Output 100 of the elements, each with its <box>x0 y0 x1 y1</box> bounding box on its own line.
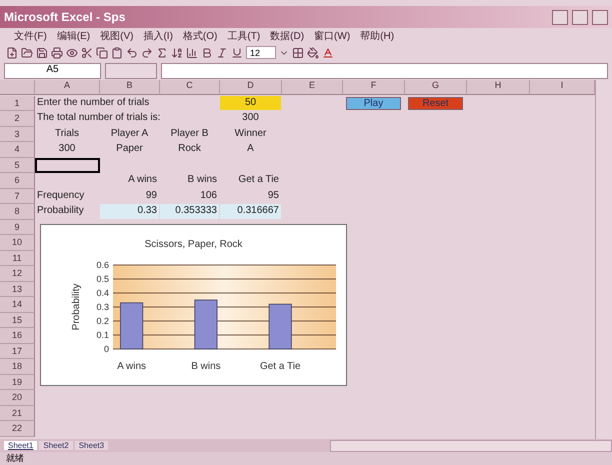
column-header[interactable]: B <box>100 80 160 95</box>
row-header[interactable]: 8 <box>0 204 35 220</box>
row-header[interactable]: 15 <box>0 312 35 328</box>
bar <box>268 304 292 350</box>
menu-item[interactable]: 帮助(H) <box>360 28 394 42</box>
row-header[interactable]: 17 <box>0 344 35 359</box>
new-file-icon[interactable] <box>6 46 18 58</box>
menu-item[interactable]: 格式(O) <box>182 28 218 42</box>
sheet-button[interactable]: Play <box>346 96 401 110</box>
row-header[interactable]: 7 <box>0 188 35 204</box>
bar <box>120 302 144 350</box>
preview-icon[interactable] <box>66 46 78 58</box>
redo-icon[interactable] <box>141 46 153 58</box>
row-header[interactable]: 4 <box>0 142 35 158</box>
table-cell[interactable]: 0.33 <box>100 204 160 220</box>
table-cell[interactable]: A wins <box>100 173 160 188</box>
menu-item[interactable]: 文件(F) <box>14 28 47 42</box>
underline-icon[interactable] <box>231 46 243 58</box>
row-header[interactable]: 22 <box>0 421 35 436</box>
menu-item[interactable]: 插入(I) <box>143 28 173 42</box>
save-icon[interactable] <box>36 46 48 58</box>
italic-icon[interactable] <box>216 46 228 58</box>
minimize-button[interactable] <box>552 10 568 24</box>
row-header[interactable]: 10 <box>0 235 35 250</box>
row-header[interactable]: 12 <box>0 266 35 282</box>
row-header[interactable]: 5 <box>0 158 35 173</box>
sum-icon[interactable] <box>156 46 168 58</box>
axis-tick-label: 0.3 <box>96 302 109 312</box>
column-header[interactable]: C <box>160 80 220 95</box>
table-cell[interactable]: 50 <box>220 96 282 111</box>
table-cell[interactable]: Frequency <box>35 188 100 204</box>
row-header[interactable]: 9 <box>0 220 35 235</box>
row-header[interactable]: 19 <box>0 374 35 390</box>
row-header[interactable]: 14 <box>0 297 35 312</box>
row-header[interactable]: 18 <box>0 359 35 374</box>
column-header[interactable]: F <box>343 80 405 95</box>
column-header[interactable]: D <box>220 80 282 95</box>
table-cell[interactable]: 300 <box>35 142 100 158</box>
row-header[interactable]: 13 <box>0 282 35 297</box>
menu-item[interactable]: 窗口(W) <box>314 28 350 42</box>
table-cell[interactable]: Winner <box>220 126 282 142</box>
window-title: Microsoft Excel - Sps <box>4 10 126 24</box>
horizontal-scrollbar[interactable] <box>330 440 612 452</box>
row-header[interactable]: 2 <box>0 111 35 126</box>
undo-icon[interactable] <box>126 46 138 58</box>
font-size-field[interactable]: 12 <box>246 46 276 59</box>
table-cell[interactable]: Paper <box>100 142 160 158</box>
printer-icon[interactable] <box>51 46 63 58</box>
paste-icon[interactable] <box>111 46 123 58</box>
table-cell[interactable]: Player A <box>100 126 160 142</box>
row-header[interactable]: 11 <box>0 250 35 266</box>
sheet-tab[interactable]: Sheet1 <box>4 441 38 450</box>
table-cell[interactable]: B wins <box>160 173 220 188</box>
borders-icon[interactable] <box>292 46 304 58</box>
cut-icon[interactable] <box>81 46 93 58</box>
row-header[interactable]: 3 <box>0 126 35 142</box>
table-cell[interactable]: Get a Tie <box>220 173 282 188</box>
axis-tick-label: 0 <box>104 344 109 354</box>
table-cell[interactable]: 300 <box>220 111 282 126</box>
table-cell[interactable]: Trials <box>35 126 100 142</box>
table-cell[interactable]: The total number of trials is: <box>35 111 220 126</box>
table-cell[interactable]: A <box>220 142 282 158</box>
table-cell[interactable]: 0.353333 <box>160 204 220 220</box>
folder-icon[interactable] <box>21 46 33 58</box>
menu-item[interactable]: 工具(T) <box>227 28 260 42</box>
column-header[interactable]: H <box>467 80 530 95</box>
column-header[interactable]: I <box>530 80 595 95</box>
sheet-tab[interactable]: Sheet3 <box>74 441 108 450</box>
table-cell[interactable]: Player B <box>160 126 220 142</box>
menu-item[interactable]: 视图(V) <box>100 28 134 42</box>
row-header[interactable]: 6 <box>0 173 35 188</box>
table-cell[interactable]: Rock <box>160 142 220 158</box>
formula-field[interactable] <box>161 63 608 79</box>
column-header[interactable]: A <box>35 80 100 95</box>
column-header[interactable]: E <box>282 80 343 95</box>
font-color-icon[interactable] <box>322 46 334 58</box>
bar <box>194 300 218 350</box>
chart-title: Scissors, Paper, Rock <box>144 239 242 250</box>
row-header[interactable]: 21 <box>0 406 35 421</box>
axis-tick-label: 0.1 <box>96 330 109 340</box>
name-box[interactable]: A5 <box>4 63 101 79</box>
copy-icon[interactable] <box>96 46 108 58</box>
maximize-button[interactable] <box>572 10 588 24</box>
sheet-tab[interactable]: Sheet2 <box>39 441 73 450</box>
bold-icon[interactable] <box>201 46 213 58</box>
row-header[interactable]: 1 <box>0 96 35 111</box>
column-header[interactable]: G <box>405 80 467 95</box>
sort-icon[interactable] <box>171 46 183 58</box>
fill-color-icon[interactable] <box>307 46 319 58</box>
row-header[interactable]: 16 <box>0 328 35 344</box>
table-cell[interactable]: Enter the number of trials <box>35 96 220 111</box>
chart-icon[interactable] <box>186 46 198 58</box>
selected-cell[interactable] <box>35 158 100 173</box>
formula-dropdown[interactable] <box>105 63 157 79</box>
axis-tick-label: B wins <box>191 361 221 372</box>
table-cell[interactable]: 0.316667 <box>220 204 282 220</box>
row-header[interactable]: 20 <box>0 390 35 406</box>
menu-item[interactable]: 编辑(E) <box>56 28 90 42</box>
menu-item[interactable]: 数据(D) <box>270 28 304 42</box>
close-button[interactable] <box>592 10 608 24</box>
